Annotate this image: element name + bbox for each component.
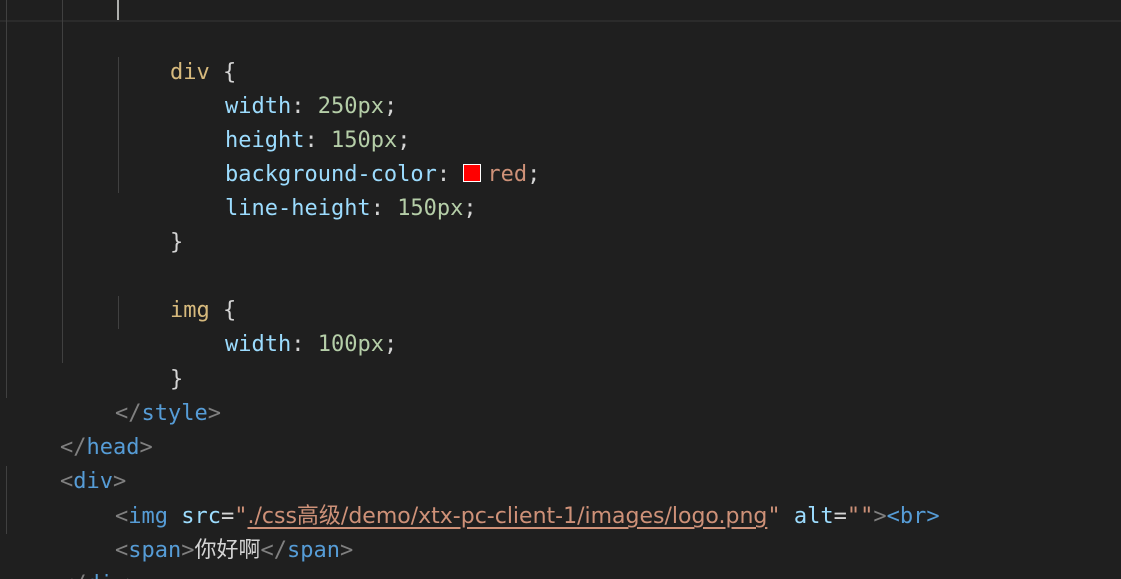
code-line[interactable]: height: 150px;: [172, 90, 410, 153]
css-value: 150px: [397, 196, 464, 221]
current-line-highlight: [0, 0, 1121, 22]
indent-guide: [6, 0, 7, 398]
code-line[interactable]: <span>你好啊</span>: [62, 500, 353, 563]
text-content: 你好啊: [194, 538, 261, 563]
code-line[interactable]: <div>: [7, 431, 126, 494]
code-line[interactable]: </style>: [62, 363, 221, 426]
code-editor[interactable]: div { width: 250px; height: 150px; backg…: [0, 0, 1121, 579]
indent-guide: [62, 0, 63, 363]
code-line[interactable]: line-height: 150px;: [172, 158, 477, 221]
code-line[interactable]: background-color: red;: [172, 124, 540, 187]
br-tag: <br>: [886, 504, 940, 529]
html-tag-name: div: [86, 572, 126, 579]
css-property: width: [224, 332, 292, 357]
code-line[interactable]: </div>: [7, 534, 140, 579]
css-property: line-height: [224, 196, 371, 221]
close-brace: }: [169, 230, 184, 255]
html-tag-name: span: [286, 538, 340, 563]
text-cursor: [117, 0, 119, 20]
code-line[interactable]: }: [117, 329, 183, 392]
code-line[interactable]: div {: [117, 22, 236, 85]
code-line[interactable]: </head>: [7, 397, 153, 460]
code-line[interactable]: }: [117, 192, 183, 255]
code-line[interactable]: img {: [117, 260, 236, 323]
code-line[interactable]: width: 250px;: [172, 56, 397, 119]
code-line[interactable]: <img src="./css高级/demo/xtx-pc-client-1/i…: [62, 466, 940, 529]
attribute-value: "": [846, 504, 874, 529]
code-line[interactable]: width: 100px;: [172, 294, 397, 357]
html-attribute: alt: [793, 504, 834, 529]
css-value: red: [487, 162, 528, 187]
css-value: 100px: [317, 332, 384, 357]
